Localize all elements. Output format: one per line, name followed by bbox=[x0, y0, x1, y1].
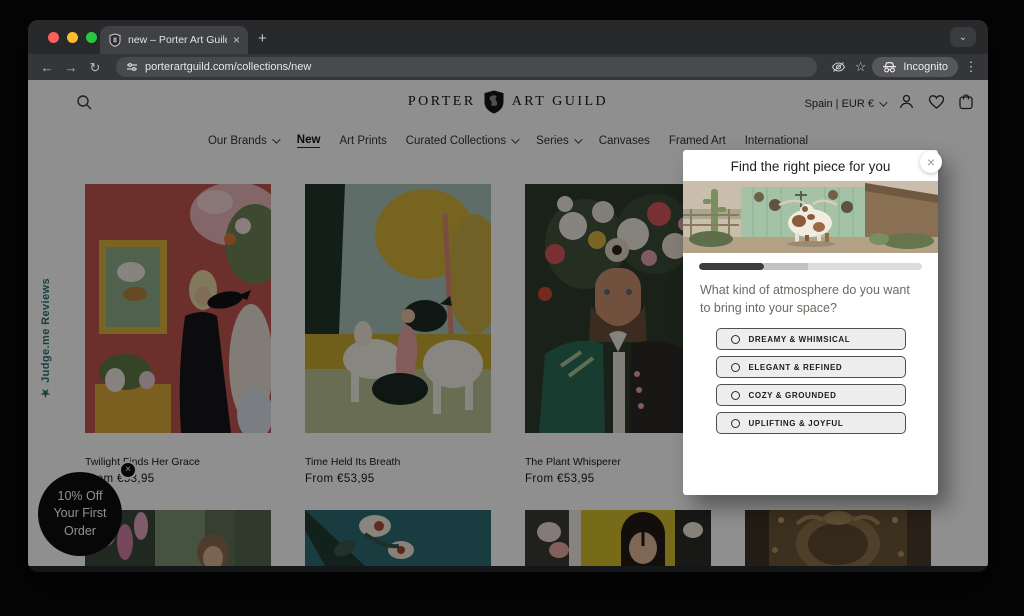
browser-tab[interactable]: new – Porter Art Guild × bbox=[100, 26, 248, 54]
bookmark-star-icon[interactable]: ☆ bbox=[855, 59, 867, 75]
radio-icon[interactable] bbox=[731, 363, 740, 372]
quiz-modal: Find the right piece for you × bbox=[683, 150, 938, 495]
back-icon[interactable]: ← bbox=[38, 61, 56, 74]
radio-icon[interactable] bbox=[731, 419, 740, 428]
tab-close-icon[interactable]: × bbox=[233, 34, 240, 46]
quiz-question: What kind of atmosphere do you want to b… bbox=[700, 281, 921, 317]
url-text[interactable]: porterartguild.com/collections/new bbox=[145, 61, 311, 73]
tab-strip: new – Porter Art Guild × + ⌄ bbox=[28, 20, 988, 54]
favicon-shield-icon bbox=[108, 33, 122, 47]
incognito-label: Incognito bbox=[903, 61, 948, 73]
site-settings-tune-icon[interactable] bbox=[126, 61, 138, 73]
option-elegant-refined[interactable]: ELEGANT & REFINED bbox=[716, 356, 906, 378]
browser-window: new – Porter Art Guild × + ⌄ ← → ↻ porte… bbox=[28, 20, 988, 572]
zoom-window-button[interactable] bbox=[86, 32, 97, 43]
quiz-image-longhorn-barn bbox=[683, 181, 938, 253]
eye-off-icon[interactable] bbox=[829, 61, 849, 73]
progress-filled bbox=[699, 263, 764, 270]
forward-icon[interactable]: → bbox=[62, 61, 80, 74]
address-bar[interactable]: porterartguild.com/collections/new bbox=[116, 57, 817, 77]
browser-menu-kebab-icon[interactable]: ⋮ bbox=[964, 59, 978, 75]
page-content: PORTER ART GUILD Spain | EUR € bbox=[28, 80, 988, 566]
browser-toolbar: ← → ↻ porterartguild.com/collections/new… bbox=[28, 54, 988, 80]
screenshot-stage: new – Porter Art Guild × + ⌄ ← → ↻ porte… bbox=[0, 0, 1024, 616]
tab-search-chevron-icon[interactable]: ⌄ bbox=[950, 27, 976, 47]
minimize-window-button[interactable] bbox=[67, 32, 78, 43]
quiz-title: Find the right piece for you bbox=[683, 150, 938, 174]
tab-title: new – Porter Art Guild bbox=[128, 34, 227, 46]
traffic-lights bbox=[48, 32, 97, 43]
radio-icon[interactable] bbox=[731, 335, 740, 344]
option-uplifting-joyful[interactable]: UPLIFTING & JOYFUL bbox=[716, 412, 906, 434]
refresh-icon[interactable]: ↻ bbox=[86, 61, 104, 74]
modal-close-icon[interactable]: × bbox=[920, 151, 942, 173]
new-tab-button[interactable]: + bbox=[258, 31, 267, 46]
option-dreamy-whimsical[interactable]: DREAMY & WHIMSICAL bbox=[716, 328, 906, 350]
incognito-icon bbox=[882, 62, 897, 73]
quiz-options: DREAMY & WHIMSICAL ELEGANT & REFINED COZ… bbox=[683, 328, 938, 434]
radio-icon[interactable] bbox=[731, 391, 740, 400]
incognito-badge: Incognito bbox=[872, 57, 958, 77]
quiz-progress-bar bbox=[699, 263, 922, 270]
progress-secondary bbox=[764, 263, 809, 270]
option-cozy-grounded[interactable]: COZY & GROUNDED bbox=[716, 384, 906, 406]
close-window-button[interactable] bbox=[48, 32, 59, 43]
